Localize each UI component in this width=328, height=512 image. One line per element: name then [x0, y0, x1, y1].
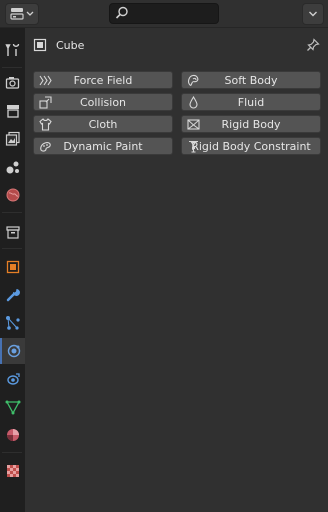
collision-button[interactable]: Collision [33, 93, 173, 111]
physics-panel: Cube Force Field Collision Cloth Dynamic… [25, 28, 328, 512]
tool-icon [4, 43, 19, 56]
rigid-body-constraint-button[interactable]: Rigid Body Constraint [181, 137, 321, 155]
pin-icon [307, 38, 320, 51]
object-name: Cube [56, 38, 85, 52]
texture-icon [6, 465, 19, 477]
scene-icon [6, 161, 19, 174]
fluid-label: Fluid [237, 95, 265, 109]
tab-tool[interactable] [0, 37, 25, 63]
search-icon [115, 6, 128, 19]
cloth-label: Cloth [88, 117, 118, 131]
rigid-body-constraint-label: Rigid Body Constraint [191, 139, 311, 153]
search-input[interactable] [134, 4, 218, 25]
collision-label: Collision [79, 95, 127, 109]
rigid-body-icon [187, 119, 200, 130]
tab-modifiers[interactable] [0, 282, 25, 308]
force-field-label: Force Field [73, 73, 133, 87]
render-icon [5, 77, 19, 89]
particles-icon [5, 316, 20, 330]
tab-particles[interactable] [0, 310, 25, 336]
collision-icon [39, 96, 52, 109]
soft-body-button[interactable]: Soft Body [181, 71, 321, 89]
tab-texture[interactable] [0, 458, 25, 484]
dynamic-paint-label: Dynamic Paint [63, 139, 143, 153]
object-data-icon [33, 38, 47, 52]
fluid-icon [189, 96, 198, 109]
output-icon [6, 105, 19, 118]
soft-body-label: Soft Body [224, 73, 278, 87]
search-field[interactable] [109, 3, 219, 25]
dynamic-paint-button[interactable]: Dynamic Paint [33, 137, 173, 155]
soft-body-icon [188, 74, 199, 86]
cloth-button[interactable]: Cloth [33, 115, 173, 133]
tab-scene[interactable] [0, 154, 25, 180]
world-icon [6, 188, 19, 202]
editor-type-button[interactable] [5, 3, 39, 25]
rigid-body-button[interactable]: Rigid Body [181, 115, 321, 133]
mesh-data-icon [5, 400, 20, 415]
tab-data[interactable] [0, 394, 25, 420]
fluid-button[interactable]: Fluid [181, 93, 321, 111]
tab-constraints[interactable] [0, 366, 25, 392]
tab-collection[interactable] [0, 219, 25, 245]
tab-view-layer[interactable] [0, 126, 25, 152]
material-icon [6, 429, 19, 441]
collection-icon [5, 226, 20, 239]
dynamic-paint-icon [40, 142, 51, 152]
rigid-body-constraint-icon [189, 140, 198, 153]
tab-render[interactable] [0, 70, 25, 96]
chevron-down-icon [309, 11, 317, 17]
wrench-icon [6, 289, 20, 302]
force-field-button[interactable]: Force Field [33, 71, 173, 89]
properties-tab-bar [0, 28, 25, 512]
object-icon [6, 260, 19, 274]
tab-world[interactable] [0, 182, 25, 208]
tab-material[interactable] [0, 422, 25, 448]
cloth-icon [39, 118, 52, 131]
properties-editor-icon [10, 8, 34, 20]
properties-header [0, 0, 328, 28]
tab-physics[interactable] [0, 338, 25, 364]
rigid-body-label: Rigid Body [221, 117, 281, 131]
pin-button[interactable] [306, 37, 320, 56]
tab-output[interactable] [0, 98, 25, 124]
object-context-row: Cube [33, 35, 84, 55]
options-dropdown-button[interactable] [302, 3, 324, 25]
physics-icon [7, 344, 20, 358]
constraints-icon [6, 373, 20, 385]
tab-object[interactable] [0, 254, 25, 280]
force-field-icon [39, 75, 52, 86]
view-layer-icon [5, 131, 20, 146]
